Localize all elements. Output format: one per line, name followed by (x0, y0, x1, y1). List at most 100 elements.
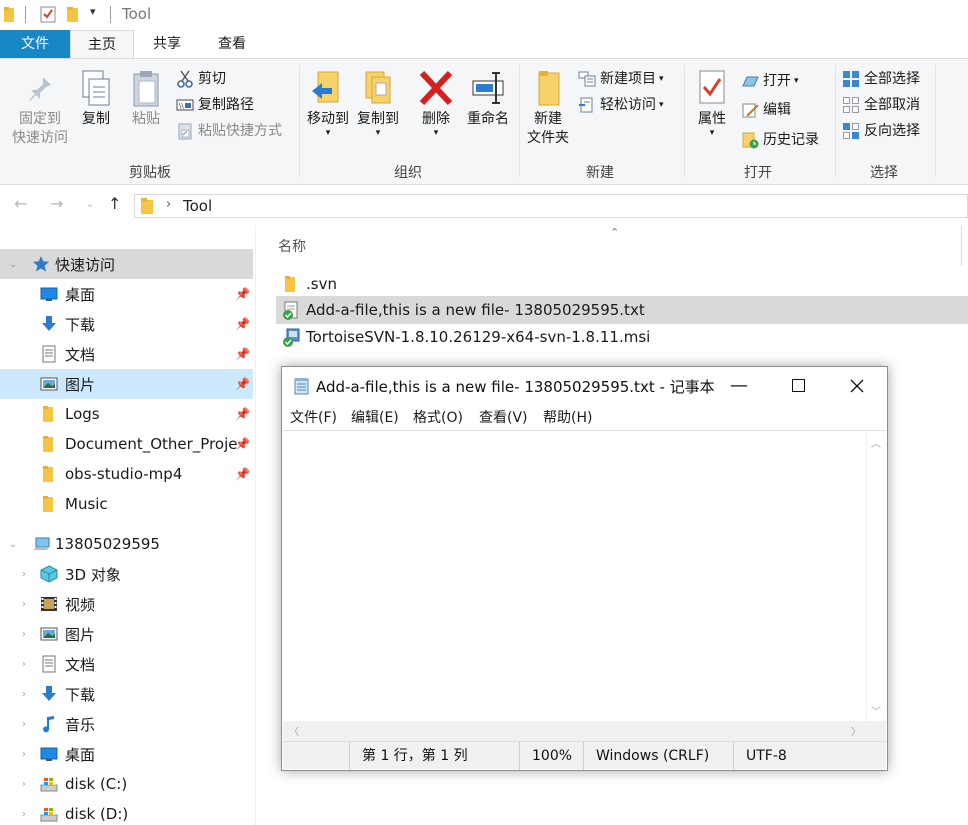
nav-this-pc-item[interactable]: › 文档 (0, 649, 253, 679)
paste-button[interactable]: 粘贴 (124, 69, 168, 129)
notepad-menu-bar: 文件(F) 编辑(E) 格式(O) 查看(V) 帮助(H) (282, 404, 887, 430)
expand-chevron-icon[interactable]: › (22, 749, 26, 760)
notepad-text-area[interactable]: ︿ ﹀ 〈 〉 (283, 430, 886, 741)
menu-file[interactable]: 文件(F) (290, 407, 337, 427)
nav-this-pc-item[interactable]: › disk (C:) (0, 769, 253, 799)
paste-shortcut-button[interactable]: 粘贴快捷方式 (176, 120, 282, 142)
collapse-chevron-icon[interactable]: ⌄ (9, 539, 17, 550)
nav-this-pc-item[interactable]: › 音乐 (0, 709, 253, 739)
pin-icon[interactable]: 📌 (235, 317, 250, 331)
file-row[interactable]: TortoiseSVN-1.8.10.26129-x64-svn-1.8.11.… (276, 323, 968, 351)
history-button[interactable]: 历史记录 (741, 129, 819, 151)
nav-quick-access-item[interactable]: Music (0, 489, 253, 519)
vertical-scrollbar[interactable]: ︿ ﹀ (866, 431, 886, 721)
nav-this-pc-item[interactable]: › 图片 (0, 619, 253, 649)
nav-quick-access-item[interactable]: Logs 📌 (0, 399, 253, 429)
invert-selection-button[interactable]: 反向选择 (842, 120, 920, 142)
pin-icon[interactable]: 📌 (235, 407, 250, 421)
folder-icon (43, 406, 53, 422)
pin-icon[interactable]: 📌 (235, 287, 250, 301)
recent-locations-chevron-icon[interactable]: ⌄ (86, 199, 94, 210)
nav-this-pc-item[interactable]: › 桌面 (0, 739, 253, 769)
expand-chevron-icon[interactable]: › (22, 779, 26, 790)
nav-quick-access-item[interactable]: 图片 📌 (0, 369, 253, 399)
tab-file[interactable]: 文件 (0, 30, 70, 58)
forward-arrow-icon[interactable]: → (50, 194, 63, 213)
cut-button[interactable]: 剪切 (176, 68, 226, 90)
open-button[interactable]: 打开 ▾ (741, 70, 799, 92)
breadcrumb-chevron-icon[interactable]: › (166, 197, 171, 212)
expand-chevron-icon[interactable]: › (22, 659, 26, 670)
properties-quick-icon[interactable] (40, 6, 56, 23)
file-row[interactable]: Add-a-file,this is a new file- 138050295… (276, 296, 968, 324)
close-button[interactable] (834, 371, 880, 401)
menu-edit[interactable]: 编辑(E) (351, 407, 399, 427)
nav-this-pc-item[interactable]: › 3D 对象 (0, 559, 253, 589)
column-header-name[interactable]: 名称 (278, 236, 306, 256)
nav-quick-access[interactable]: ⌄ 快速访问 (0, 249, 253, 279)
pin-icon[interactable]: 📌 (235, 347, 250, 361)
new-folder-button[interactable]: 新建 文件夹 (524, 69, 572, 148)
pin-icon[interactable]: 📌 (235, 377, 250, 391)
svn-text-file-icon (283, 301, 298, 320)
back-arrow-icon[interactable]: ← (14, 194, 27, 213)
copy-path-button[interactable]: \\ 复制路径 (176, 94, 254, 116)
tab-share[interactable]: 共享 (136, 30, 198, 59)
horizontal-scrollbar[interactable]: 〈 〉 (283, 721, 866, 741)
expand-chevron-icon[interactable]: › (22, 599, 26, 610)
easy-access-button[interactable]: 轻松访问 ▾ (578, 94, 664, 116)
expand-chevron-icon[interactable]: › (22, 689, 26, 700)
group-separator (835, 65, 836, 177)
expand-chevron-icon[interactable]: › (22, 569, 26, 580)
nav-quick-access-item[interactable]: Document_Other_Proje 📌 (0, 429, 253, 459)
copy-button[interactable]: 复制 (76, 69, 116, 129)
nav-quick-access-item[interactable]: obs-studio-mp4 📌 (0, 459, 253, 489)
nav-this-pc[interactable]: ⌄ 13805029595 (0, 529, 253, 559)
delete-button[interactable]: 删除 ▾ (414, 69, 458, 138)
tab-view[interactable]: 查看 (200, 30, 264, 59)
pin-icon[interactable]: 📌 (235, 437, 250, 451)
move-to-button[interactable]: 移动到 ▾ (304, 69, 352, 138)
drive-icon (40, 777, 58, 792)
expand-chevron-icon[interactable]: › (22, 629, 26, 640)
new-item-button[interactable]: 新建项目 ▾ (578, 68, 664, 90)
nav-this-pc-item[interactable]: › 下载 (0, 679, 253, 709)
invert-selection-label: 反向选择 (864, 123, 920, 139)
edit-button[interactable]: 编辑 (741, 99, 791, 121)
menu-format[interactable]: 格式(O) (413, 407, 463, 427)
customize-toolbar-dropdown[interactable]: ▾ (90, 5, 96, 18)
scroll-left-arrow-icon[interactable]: 〈 (289, 723, 299, 738)
up-arrow-icon[interactable]: ↑ (108, 194, 121, 213)
menu-help[interactable]: 帮助(H) (543, 407, 592, 427)
pin-icon[interactable]: 📌 (235, 467, 250, 481)
expand-chevron-icon[interactable]: › (22, 809, 26, 820)
maximize-button[interactable] (775, 371, 821, 401)
breadcrumb-tool[interactable]: Tool (183, 197, 212, 215)
ribbon-tabs: 文件 主页 共享 查看 (0, 30, 968, 59)
tab-home[interactable]: 主页 (70, 30, 134, 59)
copy-to-button[interactable]: 复制到 ▾ (354, 69, 402, 138)
expand-chevron-icon[interactable]: › (22, 719, 26, 730)
nav-this-pc-item[interactable]: › disk (D:) (0, 799, 253, 825)
collapse-chevron-icon[interactable]: ⌄ (9, 259, 17, 270)
nav-quick-access-item[interactable]: 文档 📌 (0, 339, 253, 369)
nav-quick-access-item[interactable]: 桌面 📌 (0, 279, 253, 309)
address-box[interactable]: › Tool (134, 194, 968, 218)
new-folder-quick-icon[interactable] (67, 7, 78, 22)
select-all-button[interactable]: 全部选择 (842, 68, 920, 90)
rename-button[interactable]: 重命名 (462, 69, 514, 129)
invert-selection-icon (843, 123, 859, 139)
scroll-up-arrow-icon[interactable]: ︿ (871, 435, 881, 450)
menu-view[interactable]: 查看(V) (479, 407, 528, 427)
select-none-button[interactable]: 全部取消 (842, 94, 920, 116)
properties-caret: ▾ (709, 128, 715, 138)
scroll-right-arrow-icon[interactable]: 〉 (851, 723, 861, 738)
properties-button[interactable]: 属性 ▾ (690, 69, 734, 138)
nav-this-pc-item[interactable]: › 视频 (0, 589, 253, 619)
file-row[interactable]: .svn (276, 270, 968, 298)
minimize-button[interactable]: — (716, 371, 762, 401)
nav-quick-access-item[interactable]: 下载 📌 (0, 309, 253, 339)
notepad-title-bar[interactable]: Add-a-file,this is a new file- 138050295… (282, 367, 887, 404)
scroll-down-arrow-icon[interactable]: ﹀ (871, 703, 881, 718)
pin-to-quick-access-button[interactable]: 固定到 快速访问 (6, 73, 74, 148)
